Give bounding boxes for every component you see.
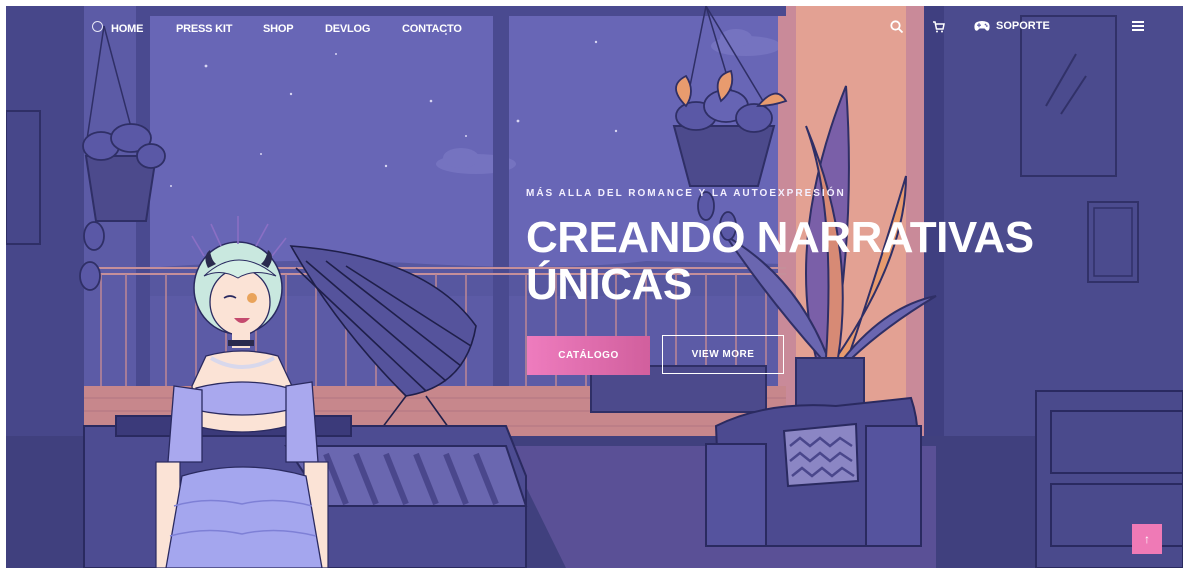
nav-press-kit[interactable]: PRESS KIT [176, 23, 232, 35]
nav-shop[interactable]: SHOP [263, 23, 294, 35]
menu-icon[interactable] [1132, 21, 1144, 31]
cart-icon[interactable] [931, 19, 947, 35]
catalog-button[interactable]: CATÁLOGO [527, 336, 650, 375]
view-more-button[interactable]: VIEW MORE [662, 335, 784, 374]
hero-kicker: MÁS ALLA DEL ROMANCE Y LA AUTOEXPRESIÓN [526, 188, 846, 199]
headline-line-2: ÚNICAS [526, 260, 692, 309]
gamepad-icon [974, 21, 990, 31]
nav-contacto[interactable]: CONTACTO [402, 23, 462, 35]
top-navbar: HOME PRESS KIT SHOP DEVLOG CONTACTO SOPO… [6, 6, 1183, 52]
hero-section: HOME PRESS KIT SHOP DEVLOG CONTACTO SOPO… [6, 6, 1183, 568]
scroll-to-top-button[interactable]: ↑ [1132, 524, 1162, 554]
soporte-label: SOPORTE [996, 20, 1050, 32]
nav-home[interactable]: HOME [111, 23, 143, 35]
headline-line-1: CREANDO NARRATIVAS [526, 213, 1034, 262]
nav-devlog[interactable]: DEVLOG [325, 23, 370, 35]
search-icon[interactable] [889, 19, 905, 35]
logo-circle-icon[interactable] [92, 21, 103, 32]
arrow-up-icon: ↑ [1144, 532, 1150, 546]
hero-headline: CREANDO NARRATIVAS ÚNICAS [526, 214, 1086, 308]
soporte-link[interactable]: SOPORTE [974, 20, 1050, 32]
